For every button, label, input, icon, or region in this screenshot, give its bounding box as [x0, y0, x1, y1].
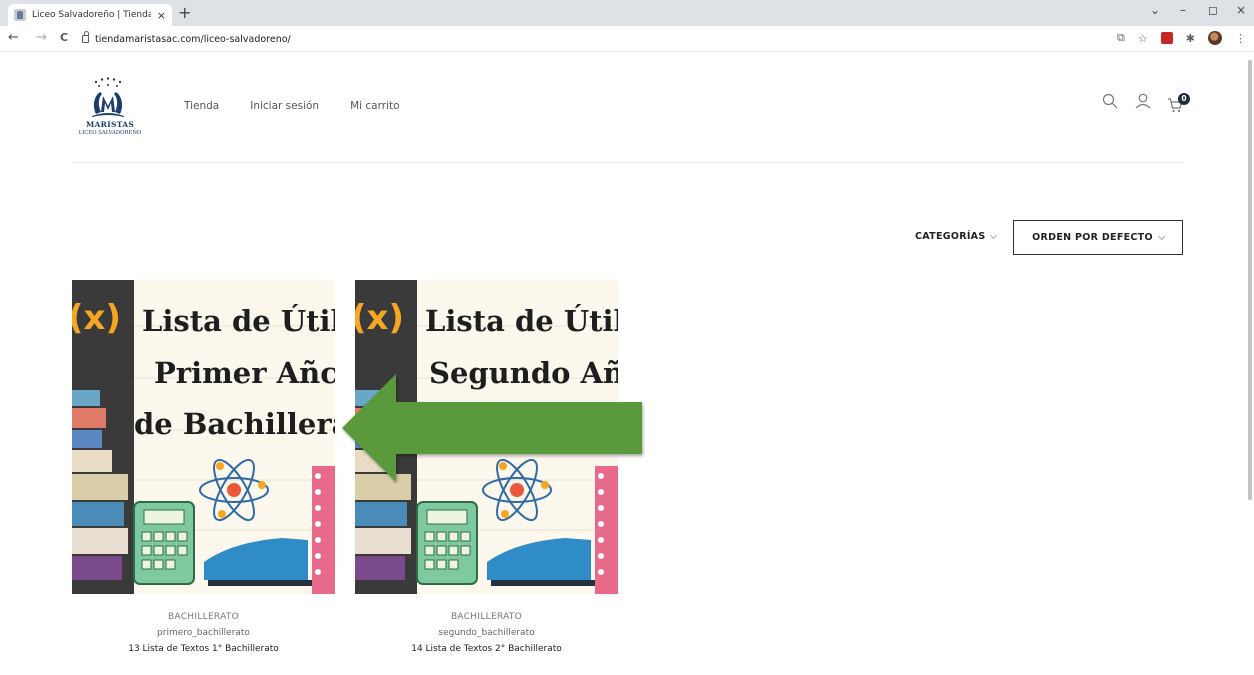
product-image[interactable]: (x) Lista de Útil Primer Añc de Bachille… — [72, 280, 335, 594]
image-text-line2: Primer Añc — [154, 356, 335, 390]
address-bar[interactable]: tiendamaristasac.com/liceo-salvadoreno/ — [82, 30, 1112, 48]
share-icon[interactable]: ⧉ — [1117, 31, 1125, 45]
math-x-icon: (x) — [72, 298, 122, 338]
sort-order-dropdown[interactable]: ORDEN POR DEFECTO — [1013, 220, 1183, 255]
categories-label: CATEGORÍAS — [915, 231, 986, 242]
search-icon[interactable] — [1102, 93, 1118, 109]
browser-menu-icon[interactable]: ⋮ — [1235, 32, 1246, 45]
sort-order-label: ORDEN POR DEFECTO — [1032, 232, 1153, 243]
back-button[interactable]: ← — [8, 30, 19, 46]
window-close-button[interactable]: × — [1236, 3, 1246, 17]
toolbar-icons: ⧉ ☆ ✱ ⋮ — [1117, 31, 1246, 45]
product-category[interactable]: BACHILLERATO — [72, 609, 335, 625]
chevron-down-icon — [1157, 232, 1165, 240]
profile-avatar[interactable] — [1208, 31, 1222, 45]
site-logo[interactable]: MARISTAS LICEO SALVADOREÑO — [72, 76, 152, 148]
tab-title: Liceo Salvadoreño | TiendaMarist — [32, 10, 151, 20]
math-x-icon: (x) — [355, 298, 405, 338]
restore-button[interactable]: ◻ — [1208, 3, 1218, 17]
browser-tabstrip: Liceo Salvadoreño | TiendaMarist × + ⌄ –… — [0, 0, 1254, 26]
product-title[interactable]: 13 Lista de Textos 1° Bachillerato — [72, 641, 335, 657]
maristas-crest-icon — [92, 77, 124, 117]
main-nav: Tienda Iniciar sesión Mi carrito — [184, 100, 400, 112]
reload-button[interactable]: C — [60, 30, 68, 46]
product-slug: primero_bachillerato — [157, 628, 250, 638]
bookmark-star-icon[interactable]: ☆ — [1138, 32, 1148, 45]
product-category[interactable]: BACHILLERATO — [355, 609, 618, 625]
image-text-line1: Lista de Útil — [142, 304, 335, 338]
header-divider — [72, 162, 1184, 163]
url-text: tiendamaristasac.com/liceo-salvadoreno/ — [95, 33, 291, 45]
browser-tab[interactable]: Liceo Salvadoreño | TiendaMarist × — [8, 4, 172, 26]
chevron-down-icon — [990, 231, 998, 239]
account-icon[interactable] — [1135, 93, 1151, 109]
cart-count-badge: 0 — [1178, 93, 1190, 105]
tab-close-icon[interactable]: × — [157, 9, 166, 22]
product-title[interactable]: 14 Lista de Textos 2° Bachillerato — [355, 641, 618, 657]
image-text-line3: de Bachillera — [134, 407, 335, 441]
nav-tienda[interactable]: Tienda — [184, 100, 219, 112]
product-meta: BACHILLERATO segundo_bachillerato 14 Lis… — [355, 609, 618, 657]
lock-icon — [82, 31, 89, 43]
categories-dropdown[interactable]: CATEGORÍAS — [915, 231, 998, 242]
product-meta: BACHILLERATO primero_bachillerato 13 Lis… — [72, 609, 335, 657]
forward-button[interactable]: → — [36, 30, 47, 46]
extensions-puzzle-icon[interactable]: ✱ — [1186, 32, 1195, 45]
pdf-extension-icon[interactable] — [1160, 32, 1173, 44]
image-text-line1: Lista de Útil — [425, 304, 618, 338]
new-tab-button[interactable]: + — [178, 4, 191, 22]
minimize-button[interactable]: – — [1180, 3, 1186, 17]
site-favicon-icon — [14, 9, 26, 21]
browser-toolbar: ← → C tiendamaristasac.com/liceo-salvado… — [0, 26, 1254, 52]
page-scrollbar[interactable] — [1248, 60, 1252, 500]
tab-search-chevron-icon[interactable]: ⌄ — [1150, 3, 1160, 17]
logo-text-maristas: MARISTAS — [85, 120, 135, 129]
nav-mi-carrito[interactable]: Mi carrito — [350, 100, 399, 112]
green-left-arrow-annotation — [342, 374, 642, 482]
logo-text-liceo: LICEO SALVADOREÑO — [78, 130, 142, 136]
nav-iniciar-sesion[interactable]: Iniciar sesión — [250, 100, 319, 112]
product-slug: segundo_bachillerato — [438, 628, 535, 638]
